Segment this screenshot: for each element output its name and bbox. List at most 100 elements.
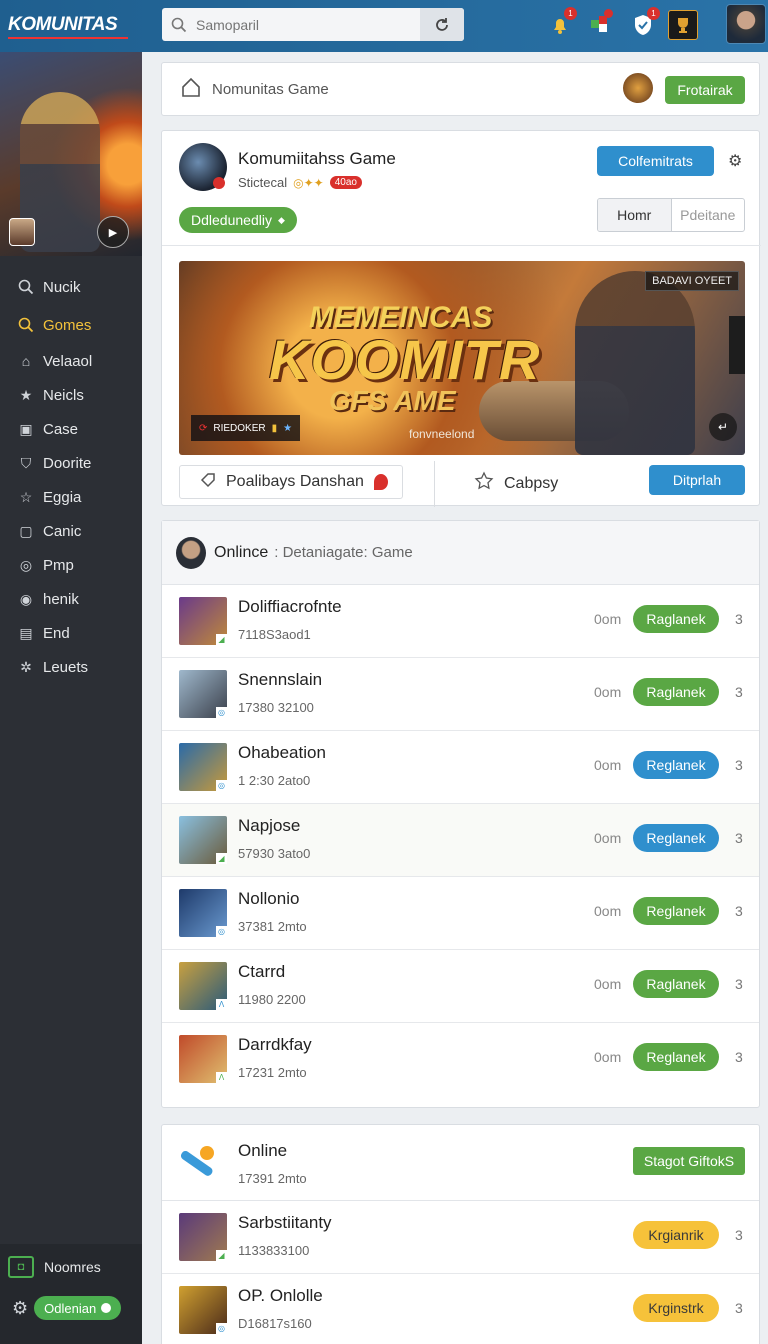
action-button[interactable]: Raglanek (633, 970, 719, 998)
breadcrumb: Nomunitas Game Frotairak (161, 62, 760, 116)
online-action-button[interactable]: Stagot GiftokS (633, 1147, 745, 1175)
diamond-icon: ◆ (277, 214, 285, 225)
box-icon: ▣ (19, 420, 33, 437)
mini-avatar[interactable] (9, 218, 35, 246)
sidebar-item-end[interactable]: ▤ End (0, 616, 142, 650)
shield-icon: ⛉ (20, 454, 32, 471)
breadcrumb-title: Nomunitas Game (212, 80, 329, 98)
list-item[interactable]: ◎ Nollonio 37381 2mto 0om Reglanek 3 (162, 877, 759, 950)
game-card-footer: Poalibays Danshan Cabpsy Ditprlah (162, 461, 761, 507)
gear-icon[interactable]: ⚙ (12, 1298, 28, 1319)
search-icon (16, 317, 36, 333)
list-item[interactable]: ◎ OP. Onlolle D16817s160 Krginstrk 3 (162, 1274, 759, 1344)
item-thumbnail: Λ (179, 962, 227, 1010)
chat-icon: ◘ (8, 1256, 34, 1278)
list-item[interactable]: Λ Darrdkfay 17231 2mto 0om Reglanek 3 (162, 1023, 759, 1096)
breadcrumb-action-button[interactable]: Frotairak (665, 76, 745, 104)
tab-pdeitane[interactable]: Pdeitane (672, 199, 745, 231)
list-item[interactable]: ◢ Napjose 57930 3ato0 0om Reglanek 3 (162, 804, 759, 877)
list-item[interactable]: ◎ Snennslain 17380 32100 0om Raglanek 3 (162, 658, 759, 731)
game-banner[interactable]: MEMEINCAS KOOMITR GFS AME BADAVI OYEET ⟳… (179, 261, 745, 455)
square-icon: ▢ (19, 522, 33, 539)
banner-line-2: KOOMITR (269, 328, 541, 391)
game-avatar (179, 143, 227, 191)
list-item[interactable]: ◎ Ohabeation 1 2:30 2ato0 0om Reglanek 3 (162, 731, 759, 804)
primary-action-button[interactable]: Ditprlah (649, 465, 745, 495)
star-icon: ★ (19, 386, 33, 403)
sidebar-status: ⚙ Odlenian (12, 1296, 122, 1320)
status-pill[interactable]: Ddledunedliy ◆ (179, 207, 297, 233)
search-icon (162, 17, 196, 33)
rating-icon: ◎✦✦ (293, 175, 324, 190)
item-thumbnail: ◢ (179, 1213, 227, 1261)
list-item[interactable]: ◢ Doliffiacrofnte 7118S3aod1 0om Raglane… (162, 585, 759, 658)
sidebar-item-case[interactable]: ▣ Case (0, 412, 142, 446)
action-button[interactable]: Raglanek (633, 678, 719, 706)
sidebar-item-doorite[interactable]: ⛉ Doorite (0, 446, 142, 480)
puzzle-icon[interactable] (585, 9, 615, 40)
share-icon[interactable]: ⚙ (728, 151, 742, 171)
search-box[interactable] (162, 8, 464, 41)
app-logo[interactable]: KOMUNITAS (0, 14, 142, 39)
status-badge: 40ao (329, 176, 362, 189)
sidebar-hero-image: ▶ (0, 52, 142, 256)
sidebar-noomres-link[interactable]: ◘ Noomres (8, 1256, 101, 1278)
expand-icon[interactable]: ↵ (709, 413, 737, 441)
online-header: Online 17391 2mto Stagot GiftokS (162, 1125, 759, 1201)
home-icon[interactable] (180, 76, 202, 103)
favorite-button[interactable]: Cabpsy (474, 471, 558, 496)
notification-badge: 1 (647, 7, 660, 20)
sidebar-item-velaaol[interactable]: ⌂ Velaaol (0, 344, 142, 378)
circle-icon: ◉ (19, 590, 33, 607)
sidebar-item-leuets[interactable]: ✲ Leuets (0, 650, 142, 684)
action-button[interactable]: Reglanek (633, 824, 719, 852)
action-button[interactable]: Reglanek (633, 1043, 719, 1071)
item-thumbnail: ◎ (179, 889, 227, 937)
location-button[interactable]: Poalibays Danshan (179, 465, 403, 499)
action-button[interactable]: Krgianrik (633, 1221, 719, 1249)
item-thumbnail: ◎ (179, 1286, 227, 1334)
sidebar-nav: Nucik Gomes ⌂ Velaaol ★ Neicls ▣ Case ⛉ … (0, 268, 142, 684)
bell-icon[interactable]: 1 (545, 7, 577, 40)
sidebar-item-eggia[interactable]: ☆ Eggia (0, 480, 142, 514)
sidebar-item-pmp[interactable]: ◎ Pmp (0, 548, 142, 582)
follow-button[interactable]: Colfemitrats (597, 146, 714, 176)
action-button[interactable]: Reglanek (633, 897, 719, 925)
status-toggle[interactable]: Odlenian (34, 1296, 122, 1320)
game-card: Komumiitahss Game Stictecal ◎✦✦ 40ao Col… (161, 130, 761, 507)
sidebar-item-canic[interactable]: ▢ Canic (0, 514, 142, 548)
sidebar-item-henik[interactable]: ◉ henik (0, 582, 142, 616)
online-card: Online 17391 2mto Stagot GiftokS ◢ Sarbs… (161, 1124, 760, 1344)
online-list-card: Onlince : Detaniagate: Game ◢ Doliffiacr… (161, 520, 760, 1108)
user-avatar[interactable] (726, 4, 766, 44)
banner-caption: fonvneelond (409, 427, 475, 441)
briefcase-icon: ▤ (19, 624, 33, 641)
sidebar-item-gomes[interactable]: Gomes (0, 306, 142, 344)
action-button[interactable]: Raglanek (633, 605, 719, 633)
banner-line-3: GFS AME (329, 385, 456, 416)
sidebar-item-neicls[interactable]: ★ Neicls (0, 378, 142, 412)
search-input[interactable] (196, 16, 416, 33)
list-item[interactable]: ◢ Sarbstiitanty 1133833100 Krgianrik 3 (162, 1201, 759, 1274)
notification-badge: 1 (564, 7, 577, 20)
shield-icon[interactable]: 1 (628, 7, 660, 40)
banner-side-tab[interactable] (729, 316, 745, 374)
pin-icon (373, 474, 388, 490)
sword-icon (177, 1143, 217, 1183)
item-thumbnail: ◎ (179, 670, 227, 718)
tab-home[interactable]: Homr (598, 199, 672, 231)
avatar (176, 536, 206, 569)
trophy-icon[interactable] (668, 10, 698, 40)
main-content: Nomunitas Game Frotairak Komumiitahss Ga… (142, 52, 768, 1344)
action-button[interactable]: Reglanek (633, 751, 719, 779)
banner-tag: BADAVI OYEET (645, 271, 739, 291)
sidebar-item-nucik[interactable]: Nucik (0, 268, 142, 306)
refresh-icon[interactable] (420, 8, 464, 41)
status-dot (101, 1303, 112, 1313)
play-icon[interactable]: ▶ (97, 216, 129, 248)
game-thumb (623, 73, 653, 103)
action-button[interactable]: Krginstrk (633, 1294, 719, 1322)
sparkle-icon: ✲ (20, 658, 32, 675)
game-subtitle: Stictecal ◎✦✦ 40ao (238, 175, 362, 190)
list-item[interactable]: Λ Ctarrd 11980 2200 0om Raglanek 3 (162, 950, 759, 1023)
